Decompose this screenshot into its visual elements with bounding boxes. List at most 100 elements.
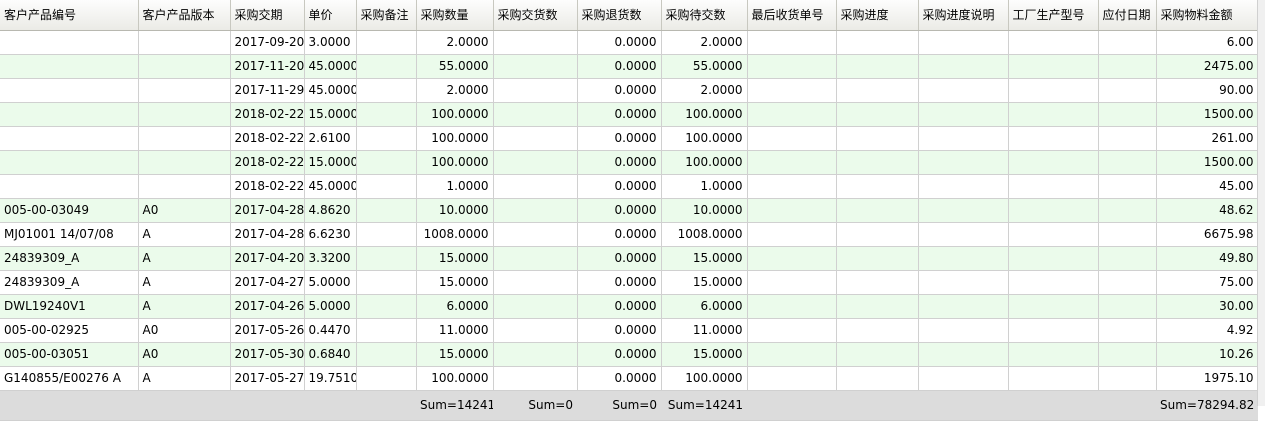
table-cell[interactable]: 19.7510 — [304, 366, 357, 391]
table-cell[interactable] — [356, 342, 417, 367]
table-row[interactable]: G140855/E00276 A A 2017-05-27 19.7510 100.00… — [0, 366, 1259, 391]
table-row[interactable]: 2017-11-29 45.0000 2.0000 0.0000 2.0000 90.00 — [0, 78, 1259, 103]
table-cell[interactable] — [1098, 102, 1157, 127]
table-cell[interactable]: 3.3200 — [304, 246, 357, 271]
table-row[interactable]: 005-00-03049 A0 2017-04-28 4.8620 10.0000 0.0… — [0, 198, 1259, 223]
table-cell[interactable] — [356, 54, 417, 79]
table-cell[interactable] — [0, 126, 139, 151]
table-cell[interactable] — [747, 126, 837, 151]
table-cell[interactable]: 5.0000 — [304, 270, 357, 295]
table-cell[interactable] — [1008, 246, 1099, 271]
table-cell[interactable] — [493, 30, 578, 55]
table-cell[interactable] — [1098, 270, 1157, 295]
table-row[interactable]: DWL19240V1 A 2017-04-26 5.0000 6.0000 0.0000 6… — [0, 294, 1259, 319]
table-cell[interactable]: 45.0000 — [304, 54, 357, 79]
table-cell[interactable] — [836, 318, 919, 343]
table-cell[interactable] — [0, 174, 139, 199]
table-cell[interactable]: 2017-04-28 — [230, 222, 305, 247]
table-cell[interactable] — [836, 246, 919, 271]
table-cell[interactable] — [747, 366, 837, 391]
table-cell[interactable] — [747, 54, 837, 79]
table-cell[interactable] — [138, 54, 231, 79]
table-cell[interactable] — [918, 126, 1009, 151]
table-cell[interactable] — [493, 270, 578, 295]
table-cell[interactable]: 2017-04-27 — [230, 270, 305, 295]
table-cell[interactable]: 0.0000 — [577, 318, 662, 343]
table-cell[interactable]: 2017-05-26 — [230, 318, 305, 343]
table-row[interactable]: 2018-02-22 45.0000 1.0000 0.0000 1.0000 45.00 — [0, 174, 1259, 199]
table-cell[interactable] — [138, 78, 231, 103]
table-cell[interactable]: 0.0000 — [577, 102, 662, 127]
table-cell[interactable] — [356, 222, 417, 247]
table-cell[interactable]: 1008.0000 — [416, 222, 494, 247]
table-cell[interactable]: 11.0000 — [416, 318, 494, 343]
table-cell[interactable] — [138, 174, 231, 199]
table-cell[interactable]: MJ01001 14/07/08 — [0, 222, 139, 247]
table-cell[interactable]: 5.0000 — [304, 294, 357, 319]
table-cell[interactable] — [836, 174, 919, 199]
table-row[interactable]: 005-00-02925 A0 2017-05-26 0.4470 11.0000 0.0… — [0, 318, 1259, 343]
table-cell[interactable]: 55.0000 — [416, 54, 494, 79]
table-cell[interactable]: 0.0000 — [577, 126, 662, 151]
table-cell[interactable] — [747, 294, 837, 319]
table-cell[interactable] — [836, 270, 919, 295]
column-header[interactable]: 采购退货数 — [577, 0, 662, 31]
table-cell[interactable] — [493, 342, 578, 367]
table-cell[interactable]: 100.0000 — [661, 102, 748, 127]
table-cell[interactable]: 2018-02-22 — [230, 126, 305, 151]
table-cell[interactable] — [0, 102, 139, 127]
table-cell[interactable]: 0.0000 — [577, 150, 662, 175]
column-header[interactable]: 客户产品版本 — [138, 0, 231, 31]
table-cell[interactable]: A — [138, 366, 231, 391]
table-cell[interactable]: 49.80 — [1156, 246, 1259, 271]
column-header[interactable]: 采购待交数 — [661, 0, 748, 31]
table-cell[interactable] — [836, 366, 919, 391]
table-row[interactable]: MJ01001 14/07/08 A 2017-04-28 6.6230 1008.00… — [0, 222, 1259, 247]
table-cell[interactable] — [356, 174, 417, 199]
table-cell[interactable] — [1008, 174, 1099, 199]
table-cell[interactable] — [1008, 270, 1099, 295]
table-cell[interactable]: 90.00 — [1156, 78, 1259, 103]
table-cell[interactable]: 0.0000 — [577, 270, 662, 295]
table-cell[interactable]: 100.0000 — [416, 150, 494, 175]
table-cell[interactable] — [356, 78, 417, 103]
table-cell[interactable] — [138, 126, 231, 151]
table-cell[interactable]: 1975.10 — [1156, 366, 1259, 391]
table-cell[interactable] — [1098, 78, 1157, 103]
table-cell[interactable]: 261.00 — [1156, 126, 1259, 151]
table-cell[interactable]: 15.0000 — [304, 150, 357, 175]
table-cell[interactable] — [1008, 150, 1099, 175]
column-header[interactable]: 应付日期 — [1098, 0, 1157, 31]
table-cell[interactable] — [918, 270, 1009, 295]
table-cell[interactable] — [1098, 342, 1157, 367]
table-cell[interactable] — [1098, 198, 1157, 223]
table-row[interactable]: 005-00-03051 A0 2017-05-30 0.6840 15.0000 0.0… — [0, 342, 1259, 367]
table-cell[interactable]: 15.0000 — [661, 342, 748, 367]
table-cell[interactable]: 2017-11-20 — [230, 54, 305, 79]
table-cell[interactable]: A — [138, 270, 231, 295]
table-cell[interactable] — [747, 174, 837, 199]
table-cell[interactable] — [918, 30, 1009, 55]
table-cell[interactable]: 24839309_A — [0, 246, 139, 271]
table-cell[interactable] — [747, 270, 837, 295]
table-row[interactable]: 2018-02-22 2.6100 100.0000 0.0000 100.0000 26… — [0, 126, 1259, 151]
table-cell[interactable] — [747, 198, 837, 223]
table-cell[interactable]: 15.0000 — [661, 246, 748, 271]
table-cell[interactable]: 6.00 — [1156, 30, 1259, 55]
table-cell[interactable]: 2017-11-29 — [230, 78, 305, 103]
table-cell[interactable] — [836, 198, 919, 223]
table-cell[interactable]: 005-00-03051 — [0, 342, 139, 367]
table-cell[interactable]: 11.0000 — [661, 318, 748, 343]
table-cell[interactable]: 6.0000 — [661, 294, 748, 319]
table-cell[interactable] — [1008, 366, 1099, 391]
table-cell[interactable]: 3.0000 — [304, 30, 357, 55]
table-cell[interactable]: 1500.00 — [1156, 102, 1259, 127]
table-cell[interactable] — [493, 222, 578, 247]
table-cell[interactable] — [0, 150, 139, 175]
table-cell[interactable] — [493, 318, 578, 343]
table-cell[interactable] — [493, 102, 578, 127]
table-cell[interactable] — [747, 342, 837, 367]
column-header[interactable]: 采购备注 — [356, 0, 417, 31]
table-cell[interactable] — [918, 222, 1009, 247]
table-cell[interactable]: A — [138, 294, 231, 319]
